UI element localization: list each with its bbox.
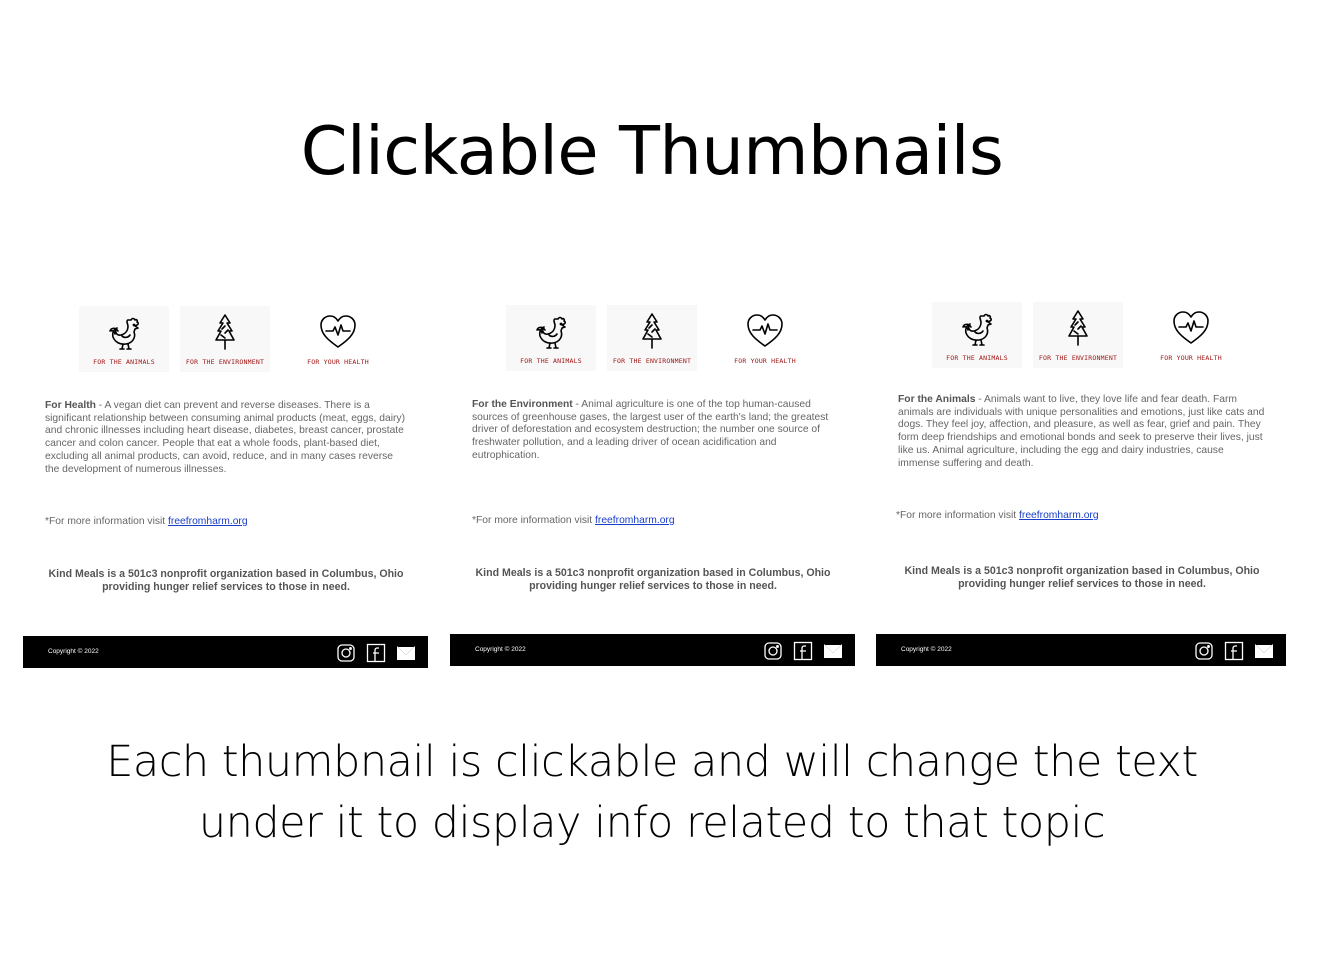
email-icon[interactable] xyxy=(823,641,843,661)
info-heading: For Health xyxy=(45,400,96,411)
copyright: Copyright © 2022 xyxy=(475,646,526,653)
more-info-prefix: *For more information visit xyxy=(472,515,596,526)
chicken-icon xyxy=(962,313,992,346)
tree-icon xyxy=(1068,310,1088,346)
instagram-icon[interactable] xyxy=(336,643,356,663)
thumbnail-health[interactable]: FOR YOUR HEALTH xyxy=(720,305,810,371)
thumbnail-health[interactable]: FOR YOUR HEALTH xyxy=(293,306,383,372)
more-info: *For more information visit freefromharm… xyxy=(896,510,1099,521)
instagram-icon[interactable] xyxy=(1194,641,1214,661)
thumbnail-environment[interactable]: FOR THE ENVIRONMENT xyxy=(607,305,697,371)
caption-line-1: Each thumbnail is clickable and will cha… xyxy=(106,737,1198,787)
mockup-animals: FOR THE ANIMALS FOR THE ENVIRONMENT FOR … xyxy=(876,292,1286,672)
mockup-environment: FOR THE ANIMALS FOR THE ENVIRONMENT FOR … xyxy=(450,295,855,675)
social-links xyxy=(763,641,843,661)
footer: Copyright © 2022 xyxy=(876,634,1286,666)
tree-icon xyxy=(642,313,662,349)
thumbnail-health[interactable]: FOR YOUR HEALTH xyxy=(1146,302,1236,368)
info-text: For Health - A vegan diet can prevent an… xyxy=(45,400,407,476)
info-heading: For the Animals xyxy=(898,394,976,405)
facebook-icon[interactable] xyxy=(1224,641,1244,661)
heart-pulse-icon xyxy=(747,314,783,347)
thumbnail-label: FOR THE ANIMALS xyxy=(520,357,582,365)
thumbnail-label: FOR YOUR HEALTH xyxy=(734,357,796,365)
social-links xyxy=(1194,641,1274,661)
mockup-health: FOR THE ANIMALS FOR THE ENVIRONMENT FOR … xyxy=(23,296,428,676)
info-text: For the Animals - Animals want to live, … xyxy=(898,394,1266,470)
org-line-2: providing hunger relief services to thos… xyxy=(958,577,1206,590)
more-info: *For more information visit freefromharm… xyxy=(45,516,248,527)
thumbnail-row: FOR THE ANIMALS FOR THE ENVIRONMENT FOR … xyxy=(23,296,428,376)
org-statement: Kind Meals is a 501c3 nonprofit organiza… xyxy=(898,565,1266,591)
email-icon[interactable] xyxy=(1254,641,1274,661)
facebook-icon[interactable] xyxy=(793,641,813,661)
caption-line-2: under it to display info related to that… xyxy=(198,798,1106,848)
thumbnail-label: FOR THE ANIMALS xyxy=(93,358,155,366)
org-line-2: providing hunger relief services to thos… xyxy=(529,579,777,592)
facebook-icon[interactable] xyxy=(366,643,386,663)
copyright: Copyright © 2022 xyxy=(48,648,99,655)
thumbnail-label: FOR THE ENVIRONMENT xyxy=(1038,354,1118,362)
thumbnail-label: FOR THE ANIMALS xyxy=(946,354,1008,362)
chicken-icon xyxy=(109,317,139,350)
thumbnail-label: FOR YOUR HEALTH xyxy=(1160,354,1222,362)
page-title: Clickable Thumbnails xyxy=(300,112,1004,190)
org-statement: Kind Meals is a 501c3 nonprofit organiza… xyxy=(472,567,834,593)
org-line-2: providing hunger relief services to thos… xyxy=(102,580,350,593)
thumbnail-animals[interactable]: FOR THE ANIMALS xyxy=(79,306,169,372)
thumbnail-label: FOR YOUR HEALTH xyxy=(307,358,369,366)
thumbnail-label: FOR THE ENVIRONMENT xyxy=(612,357,692,365)
thumbnail-environment[interactable]: FOR THE ENVIRONMENT xyxy=(180,306,270,372)
info-body: - Animals want to live, they love life a… xyxy=(898,394,1265,469)
footer: Copyright © 2022 xyxy=(23,636,428,668)
thumbnail-animals[interactable]: FOR THE ANIMALS xyxy=(506,305,596,371)
thumbnail-label: FOR THE ENVIRONMENT xyxy=(185,358,265,366)
footer: Copyright © 2022 xyxy=(450,634,855,666)
info-text: For the Environment - Animal agriculture… xyxy=(472,399,834,463)
org-line-1: Kind Meals is a 501c3 nonprofit organiza… xyxy=(475,567,831,579)
more-info-link[interactable]: freefromharm.org xyxy=(1019,510,1099,521)
heart-pulse-icon xyxy=(1173,311,1209,344)
email-icon[interactable] xyxy=(396,643,416,663)
chicken-icon xyxy=(536,316,566,349)
more-info-link[interactable]: freefromharm.org xyxy=(168,516,248,527)
more-info-prefix: *For more information visit xyxy=(896,510,1020,521)
thumbnail-environment[interactable]: FOR THE ENVIRONMENT xyxy=(1033,302,1123,368)
more-info-link[interactable]: freefromharm.org xyxy=(595,515,675,526)
instagram-icon[interactable] xyxy=(763,641,783,661)
org-line-1: Kind Meals is a 501c3 nonprofit organiza… xyxy=(48,568,404,580)
page-caption: Each thumbnail is clickable and will cha… xyxy=(0,732,1304,854)
org-statement: Kind Meals is a 501c3 nonprofit organiza… xyxy=(45,568,407,594)
thumbnail-row: FOR THE ANIMALS FOR THE ENVIRONMENT FOR … xyxy=(876,292,1286,372)
info-heading: For the Environment xyxy=(472,399,573,410)
thumbnail-animals[interactable]: FOR THE ANIMALS xyxy=(932,302,1022,368)
more-info: *For more information visit freefromharm… xyxy=(472,515,675,526)
heart-pulse-icon xyxy=(320,315,356,348)
more-info-prefix: *For more information visit xyxy=(45,516,169,527)
copyright: Copyright © 2022 xyxy=(901,646,952,653)
org-line-1: Kind Meals is a 501c3 nonprofit organiza… xyxy=(904,565,1260,577)
info-body: - A vegan diet can prevent and reverse d… xyxy=(45,400,406,475)
thumbnail-row: FOR THE ANIMALS FOR THE ENVIRONMENT FOR … xyxy=(450,295,855,375)
tree-icon xyxy=(215,314,235,350)
social-links xyxy=(336,643,416,663)
